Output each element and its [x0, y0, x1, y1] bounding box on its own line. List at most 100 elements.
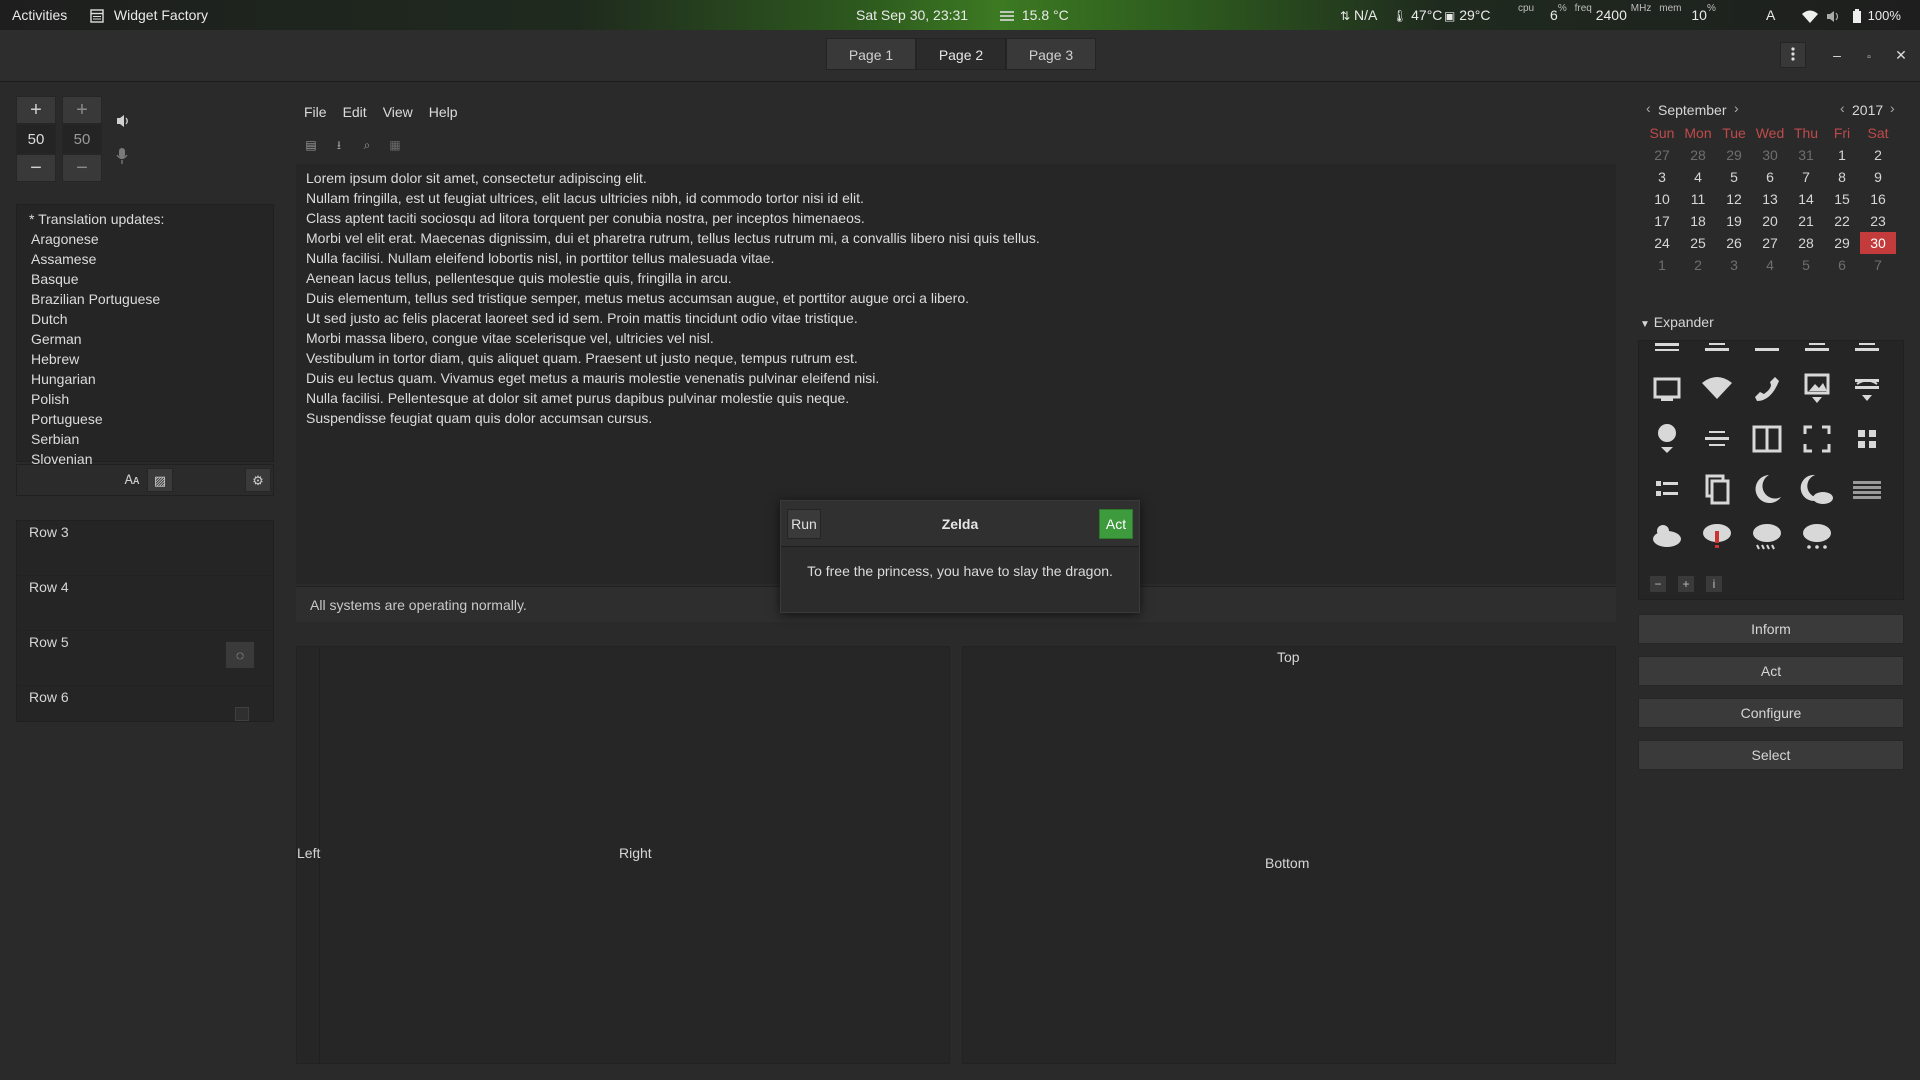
grid-icon[interactable]: [1849, 421, 1885, 457]
list-icon[interactable]: [1649, 471, 1685, 507]
calendar-day[interactable]: 4: [1752, 254, 1788, 276]
list-row[interactable]: Row 4: [17, 576, 273, 631]
calendar-day[interactable]: 28: [1788, 232, 1824, 254]
calendar-day[interactable]: 5: [1716, 166, 1752, 188]
language-item[interactable]: Assamese: [29, 249, 273, 269]
add-button[interactable]: +: [1678, 576, 1694, 592]
moon-icon[interactable]: [1749, 471, 1785, 507]
calendar-day[interactable]: 29: [1824, 232, 1860, 254]
columns-icon[interactable]: [1749, 421, 1785, 457]
calendar-day[interactable]: 1: [1644, 254, 1680, 276]
calendar-day[interactable]: 7: [1788, 166, 1824, 188]
calendar-day[interactable]: 24: [1644, 232, 1680, 254]
list-row[interactable]: Row 3: [17, 521, 273, 576]
spin-value[interactable]: 50: [16, 124, 56, 154]
remove-button[interactable]: −: [1650, 576, 1666, 592]
activities-button[interactable]: Activities: [12, 0, 67, 30]
calendar-day[interactable]: 3: [1644, 166, 1680, 188]
search-button[interactable]: ⌕: [356, 134, 378, 156]
lightbulb-icon[interactable]: [1649, 421, 1685, 457]
calendar-day[interactable]: 18: [1680, 210, 1716, 232]
maximize-button[interactable]: ▫: [1856, 42, 1882, 68]
language-item[interactable]: Hungarian: [29, 369, 273, 389]
calendar-day[interactable]: 25: [1680, 232, 1716, 254]
print-button[interactable]: ▦: [384, 134, 406, 156]
calendar-day[interactable]: 1: [1824, 144, 1860, 166]
app-menu[interactable]: Widget Factory: [90, 0, 208, 30]
system-monitor[interactable]: cpu 6% freq 2400 MHz mem 10%: [1518, 0, 1716, 30]
cloud-snow-icon[interactable]: [1799, 517, 1835, 553]
image-button[interactable]: ▨: [147, 468, 173, 492]
expander[interactable]: ▼ Expander: [1640, 314, 1714, 330]
language-item[interactable]: Aragonese: [29, 229, 273, 249]
row-action-button[interactable]: ◌: [225, 641, 255, 669]
select-button[interactable]: Select: [1638, 740, 1904, 770]
menu-view[interactable]: View: [375, 98, 421, 126]
wifi-icon[interactable]: [1699, 371, 1735, 407]
prev-year-button[interactable]: ‹: [1840, 100, 1845, 116]
next-month-button[interactable]: ›: [1734, 100, 1739, 116]
language-item[interactable]: German: [29, 329, 273, 349]
tab-page-3[interactable]: Page 3: [1006, 38, 1096, 70]
calendar-day[interactable]: 7: [1860, 254, 1896, 276]
decrement-button[interactable]: −: [16, 154, 56, 182]
language-item[interactable]: Serbian: [29, 429, 273, 449]
clock[interactable]: Sat Sep 30, 23:31: [856, 0, 968, 30]
next-year-button[interactable]: ›: [1890, 100, 1895, 116]
phone-icon[interactable]: [1749, 371, 1785, 407]
calendar-day[interactable]: 15: [1824, 188, 1860, 210]
cloud-warning-icon[interactable]: [1699, 517, 1735, 553]
calendar-day[interactable]: 3: [1716, 254, 1752, 276]
download-button[interactable]: ⭳: [328, 134, 350, 156]
calendar-day[interactable]: 16: [1860, 188, 1896, 210]
settings-button[interactable]: ⚙: [245, 468, 271, 492]
menu-help[interactable]: Help: [421, 98, 466, 126]
keyboard-layout[interactable]: A: [1766, 0, 1775, 30]
new-document-button[interactable]: ▤: [300, 134, 322, 156]
text-image-button[interactable]: 🗛: [119, 468, 145, 492]
calendar-day[interactable]: 30: [1860, 232, 1896, 254]
cloud-sun-icon[interactable]: [1649, 517, 1685, 553]
menu-file[interactable]: File: [296, 98, 335, 126]
calendar-day[interactable]: 12: [1716, 188, 1752, 210]
microphone-button[interactable]: [116, 148, 128, 167]
menu-edit[interactable]: Edit: [335, 98, 375, 126]
fog-dropdown-icon[interactable]: [1849, 371, 1885, 407]
calendar-day[interactable]: 10: [1644, 188, 1680, 210]
calendar-day[interactable]: 29: [1716, 144, 1752, 166]
language-item[interactable]: Dutch: [29, 309, 273, 329]
calendar-day[interactable]: 22: [1824, 210, 1860, 232]
night-cloud-icon[interactable]: [1799, 471, 1835, 507]
calendar-day[interactable]: 2: [1680, 254, 1716, 276]
tab-page-1[interactable]: Page 1: [826, 38, 916, 70]
monitor-icon[interactable]: [1649, 371, 1685, 407]
calendar-day[interactable]: 13: [1752, 188, 1788, 210]
strikethrough-icon[interactable]: [1699, 421, 1735, 457]
minimize-button[interactable]: –: [1824, 42, 1850, 68]
list-row[interactable]: Row 5 ◌: [17, 631, 273, 686]
prev-month-button[interactable]: ‹: [1646, 100, 1651, 116]
calendar-day[interactable]: 30: [1752, 144, 1788, 166]
info-button[interactable]: i: [1706, 576, 1722, 592]
calendar-day[interactable]: 11: [1680, 188, 1716, 210]
calendar-day[interactable]: 26: [1716, 232, 1752, 254]
list-row[interactable]: Row 6: [17, 686, 273, 741]
calendar-day[interactable]: 6: [1752, 166, 1788, 188]
image-dropdown-icon[interactable]: [1799, 371, 1835, 407]
act-button[interactable]: Act: [1638, 656, 1904, 686]
calendar-day[interactable]: 27: [1752, 232, 1788, 254]
language-item[interactable]: Basque: [29, 269, 273, 289]
tab-page-2[interactable]: Page 2: [916, 38, 1006, 70]
spin-value[interactable]: 50: [62, 124, 102, 154]
calendar-day[interactable]: 2: [1860, 144, 1896, 166]
increment-button[interactable]: +: [62, 96, 102, 124]
row-checkbox[interactable]: [235, 707, 249, 721]
calendar-day[interactable]: 23: [1860, 210, 1896, 232]
calendar-day[interactable]: 4: [1680, 166, 1716, 188]
inform-button[interactable]: Inform: [1638, 614, 1904, 644]
configure-button[interactable]: Configure: [1638, 698, 1904, 728]
weather-indicator[interactable]: 15.8 °C: [1000, 0, 1069, 30]
vpn-indicator[interactable]: ⇅ N/A: [1340, 0, 1377, 30]
calendar-day[interactable]: 14: [1788, 188, 1824, 210]
calendar-day[interactable]: 9: [1860, 166, 1896, 188]
